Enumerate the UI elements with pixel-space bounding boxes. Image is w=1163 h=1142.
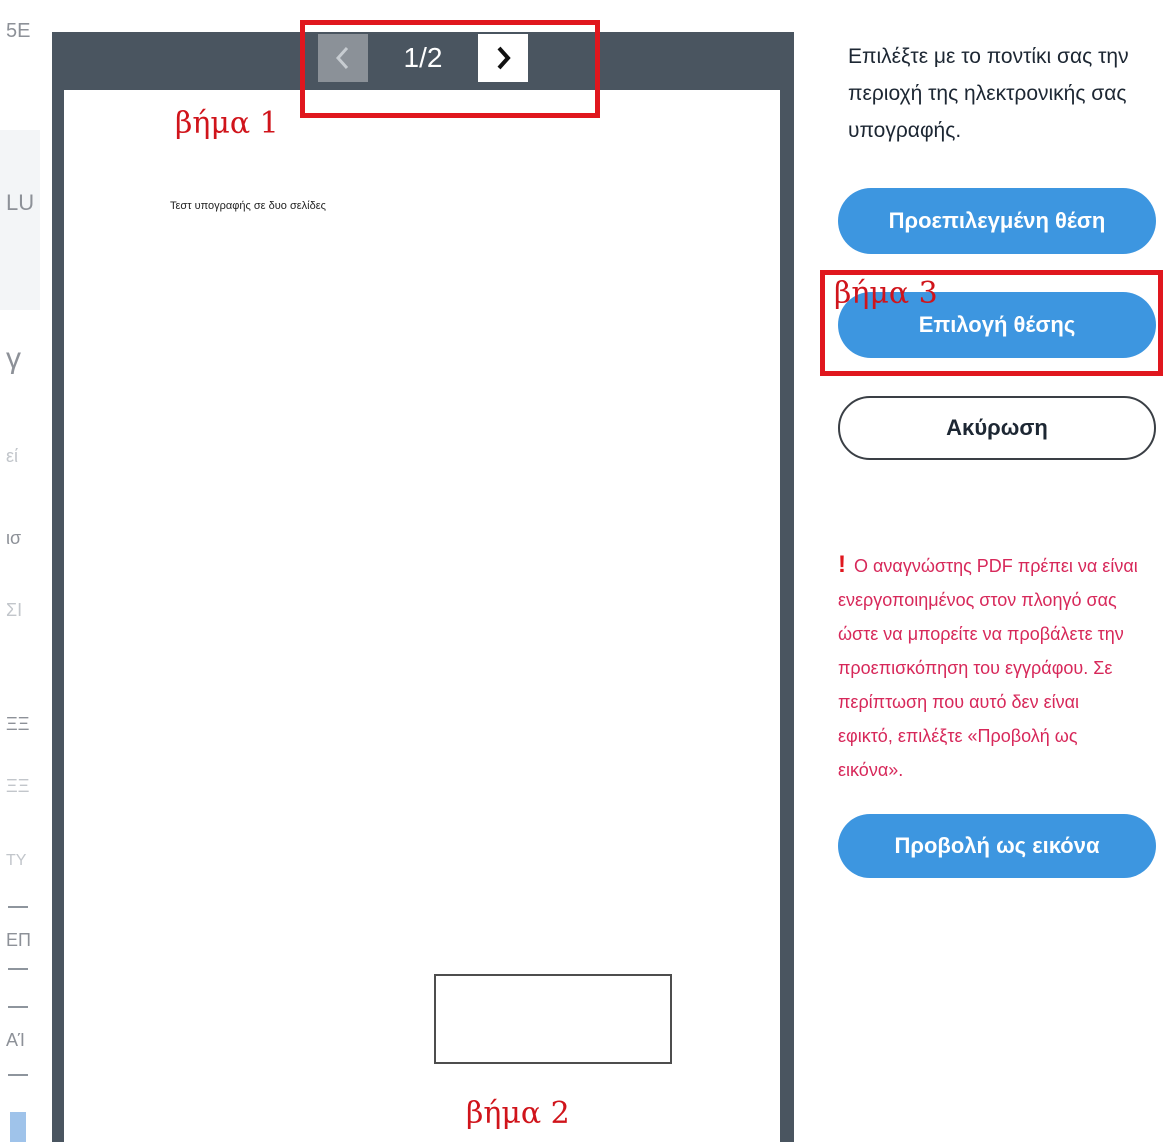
left-fragment: ΣΙ <box>6 600 23 620</box>
left-panel-shade <box>0 130 40 310</box>
left-fragment: LU <box>6 190 35 215</box>
step1-label: βήμα 1 <box>175 106 279 141</box>
left-divider <box>8 1006 28 1008</box>
left-fragment: εί <box>6 446 19 466</box>
default-position-button[interactable]: Προεπιλεγμένη θέση <box>838 188 1156 254</box>
left-fragment: ΑΊ <box>6 1030 25 1050</box>
instruction-text: Επιλέξτε με το ποντίκι σας την περιοχή τ… <box>848 45 1129 142</box>
document-text: Τεστ υπογραφής σε δυο σελίδες <box>170 200 326 212</box>
view-as-image-button[interactable]: Προβολή ως εικόνα <box>838 814 1156 878</box>
left-blue-tab[interactable] <box>10 1112 26 1142</box>
left-divider <box>8 968 28 970</box>
step1-highlight-box <box>300 20 600 118</box>
pdf-viewer: 1/2 Τεστ υπογραφής σε δυο σελίδες <box>52 32 794 1142</box>
warning-text: Ο αναγνώστης PDF πρέπει να είναι ενεργοπ… <box>838 556 1138 780</box>
signature-area[interactable] <box>434 974 672 1064</box>
left-fragment: 5E <box>6 20 31 42</box>
left-fragment: ΞΞ <box>6 714 30 734</box>
pdf-reader-warning: ! Ο αναγνώστης PDF πρέπει να είναι ενεργο… <box>838 548 1138 787</box>
cancel-button[interactable]: Ακύρωση <box>838 396 1156 460</box>
left-fragment: ΞΞ <box>6 776 30 796</box>
step3-label: βήμα 3 <box>834 276 938 311</box>
step2-label: βήμα 2 <box>466 1096 570 1131</box>
left-fragment: ισ <box>6 528 22 548</box>
left-divider <box>8 1074 28 1076</box>
left-fragment: ΕΠ <box>6 930 32 950</box>
pdf-page[interactable]: Τεστ υπογραφής σε δυο σελίδες <box>64 90 780 1142</box>
left-fragment: γ <box>6 342 21 375</box>
left-fragment: ΤΥ <box>6 852 27 869</box>
left-divider <box>8 906 28 908</box>
warning-icon: ! <box>838 551 846 578</box>
left-cropped-panel: 5E LU γ εί ισ ΣΙ ΞΞ ΞΞ ΤΥ ΕΠ ΑΊ <box>0 0 40 1142</box>
